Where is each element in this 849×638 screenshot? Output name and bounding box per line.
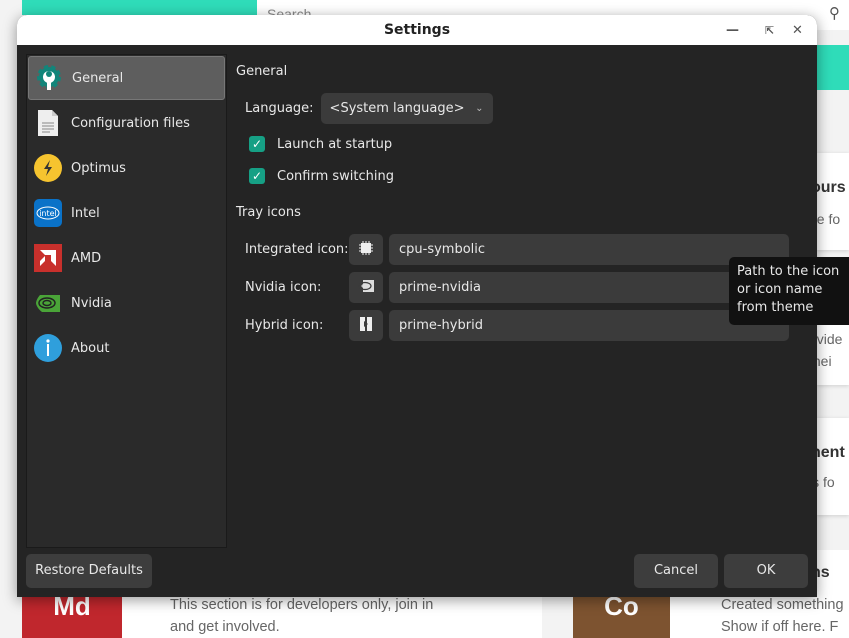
sidebar-item-optimus[interactable]: Optimus [28, 146, 225, 190]
sidebar-item-nvidia[interactable]: Nvidia [28, 281, 225, 325]
checkbox-label: Launch at startup [277, 136, 393, 152]
background-card: ovide thei [817, 325, 849, 385]
integrated-icon-picker[interactable] [349, 234, 383, 265]
general-heading: General [236, 64, 288, 79]
tooltip: Path to the icon or icon name from theme [729, 257, 849, 325]
tray-icons-heading: Tray icons [236, 205, 301, 220]
card-title: ns [817, 564, 830, 581]
card-text: and get involved. [170, 619, 280, 635]
svg-text:intel: intel [39, 209, 57, 218]
restore-defaults-button[interactable]: Restore Defaults [26, 554, 152, 588]
sidebar-item-label: Nvidia [71, 295, 112, 311]
minimize-button[interactable]: — [726, 15, 739, 46]
close-button[interactable]: ✕ [792, 15, 803, 46]
sidebar-item-intel[interactable]: intel Intel [28, 191, 225, 235]
sidebar-item-configuration-files[interactable]: Configuration files [28, 101, 225, 145]
sidebar: General Configuration files Optimus inte… [26, 54, 227, 548]
sidebar-item-label: Intel [71, 205, 100, 221]
amd-icon [34, 244, 62, 272]
title-bar[interactable]: Settings — ⇱ ✕ [17, 15, 817, 45]
card-text: is fo [817, 474, 835, 490]
language-label: Language: [245, 101, 314, 116]
language-dropdown[interactable]: <System language> ⌄ [320, 93, 493, 124]
launch-at-startup-checkbox[interactable]: ✓ Launch at startup [249, 136, 392, 152]
ok-button[interactable]: OK [724, 554, 808, 588]
settings-wrench-icon [35, 64, 63, 92]
sidebar-item-amd[interactable]: AMD [28, 236, 225, 280]
lightning-icon [34, 154, 62, 182]
nvidia-icon-picker[interactable] [349, 272, 383, 303]
card-text: ovide [817, 331, 843, 347]
card-text: ne fo [817, 211, 841, 227]
card-text: thei [817, 353, 832, 369]
chevron-down-icon: ⌄ [475, 103, 484, 114]
intel-icon: intel [34, 199, 62, 227]
hybrid-icon [360, 316, 372, 335]
sidebar-item-label: About [71, 340, 110, 356]
background-card: ns [817, 550, 849, 600]
sidebar-item-label: Optimus [71, 160, 126, 176]
nvidia-icon [358, 279, 374, 296]
sidebar-item-general[interactable]: General [28, 56, 225, 100]
sidebar-item-about[interactable]: About [28, 326, 225, 370]
confirm-switching-checkbox[interactable]: ✓ Confirm switching [249, 168, 394, 184]
sidebar-item-label: General [72, 70, 124, 86]
nvidia-icon [34, 289, 62, 317]
card-title: ours [817, 179, 846, 196]
card-text: Created something [721, 597, 844, 613]
checkbox-label: Confirm switching [277, 168, 394, 184]
background-card: ours ne fo [817, 153, 849, 250]
background-banner [22, 0, 257, 15]
settings-dialog: Settings — ⇱ ✕ General Configuration fil… [17, 15, 817, 597]
document-icon [34, 109, 62, 137]
nvidia-icon-label: Nvidia icon: [245, 280, 322, 295]
integrated-icon-label: Integrated icon: [245, 242, 349, 257]
hybrid-icon-picker[interactable] [349, 310, 383, 341]
card-text: Show if off here. F [721, 619, 839, 635]
hybrid-icon-label: Hybrid icon: [245, 318, 324, 333]
checkmark-icon: ✓ [249, 136, 265, 152]
card-title: nent [817, 444, 845, 461]
dialog-title: Settings [383, 22, 451, 38]
sidebar-item-label: AMD [71, 250, 102, 266]
search-icon[interactable]: ⚲ [829, 4, 840, 22]
maximize-button[interactable]: ⇱ [765, 15, 774, 46]
cancel-button[interactable]: Cancel [634, 554, 718, 588]
background-card: nent is fo [817, 418, 849, 515]
language-value: <System language> [329, 101, 465, 116]
checkmark-icon: ✓ [249, 168, 265, 184]
info-icon [34, 334, 62, 362]
background-banner-strip [817, 45, 849, 90]
card-text: This section is for developers only, joi… [170, 597, 434, 613]
cpu-icon [359, 240, 373, 259]
sidebar-item-label: Configuration files [71, 115, 190, 131]
